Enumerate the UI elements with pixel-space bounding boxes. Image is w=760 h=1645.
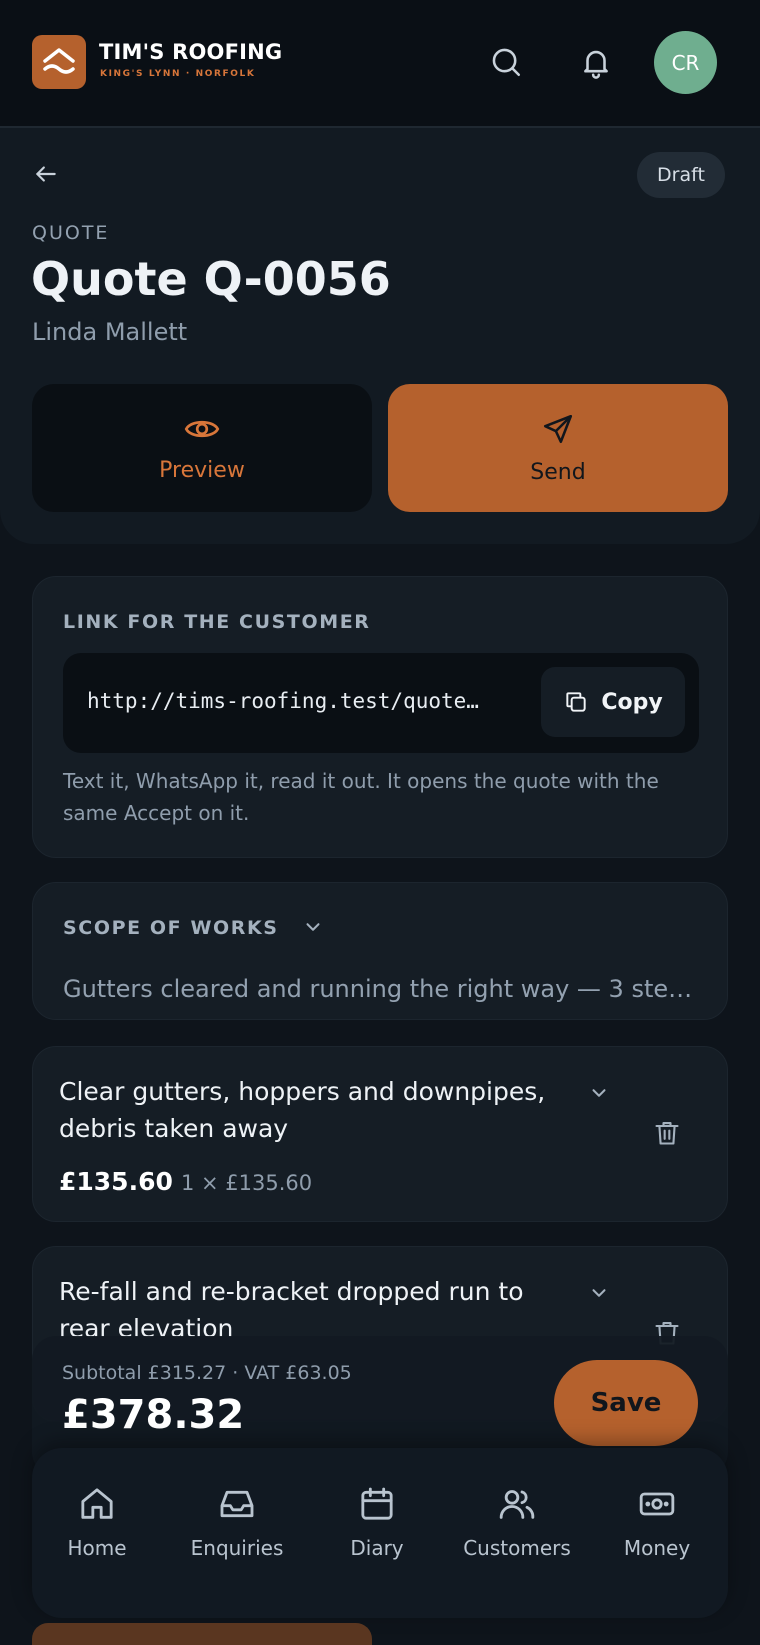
status-badge: Draft [637, 152, 725, 198]
chevron-down-icon[interactable] [585, 1079, 613, 1107]
scope-card[interactable]: SCOPE OF WORKS Gutters cleared and runni… [32, 882, 728, 1020]
brand-location: KING'S LYNN · NORFOLK [100, 69, 256, 79]
bottom-nav: Home Enquiries Diary Customers Money [32, 1448, 728, 1618]
link-help-text: Text it, WhatsApp it, read it out. It op… [63, 769, 659, 825]
page-eyebrow: QUOTE [32, 222, 110, 244]
link-field[interactable]: http://tims-roofing.test/quote… Copy [63, 653, 699, 753]
nav-label-diary: Diary [350, 1536, 404, 1560]
inbox-icon [220, 1490, 254, 1518]
page-title: Quote Q-0056 [31, 252, 391, 306]
calendar-icon [361, 1487, 393, 1520]
total-amount: £378.32 [62, 1392, 245, 1438]
roof-logo-icon[interactable] [32, 35, 86, 89]
send-label: Send [530, 459, 586, 485]
nav-label-customers: Customers [463, 1536, 571, 1560]
copy-button[interactable]: Copy [541, 667, 685, 737]
chevron-down-icon[interactable] [299, 913, 327, 941]
nav-home[interactable]: Home [32, 1484, 162, 1560]
subtotal-vat: Subtotal £315.27 · VAT £63.05 [62, 1362, 352, 1384]
back-arrow-icon[interactable] [32, 160, 60, 188]
top-bar: TIM'S ROOFING KING'S LYNN · NORFOLK CR [0, 0, 760, 128]
line-item[interactable]: Clear gutters, hoppers and downpipes, de… [32, 1046, 728, 1222]
copy-label: Copy [601, 689, 663, 715]
nav-label-home: Home [67, 1536, 127, 1560]
money-icon [639, 1492, 675, 1516]
avatar[interactable]: CR [654, 31, 717, 94]
search-icon[interactable] [488, 44, 524, 80]
home-icon [81, 1488, 113, 1519]
nav-money[interactable]: Money [592, 1484, 722, 1560]
scope-label: SCOPE OF WORKS [63, 917, 279, 939]
quote-link-url[interactable]: http://tims-roofing.test/quote… [87, 689, 517, 713]
hidden-button-peek [32, 1623, 372, 1645]
nav-label-money: Money [623, 1536, 691, 1560]
eye-icon [184, 420, 220, 437]
line-item-price: £135.60 [59, 1167, 173, 1196]
nav-customers[interactable]: Customers [452, 1484, 582, 1560]
customer-link-label: LINK FOR THE CUSTOMER [63, 611, 371, 633]
preview-label: Preview [159, 457, 245, 483]
chevron-down-icon[interactable] [585, 1279, 613, 1307]
nav-label-enquiries: Enquiries [190, 1536, 284, 1560]
line-item-title: Clear gutters, hoppers and downpipes, de… [59, 1077, 546, 1143]
copy-icon [566, 692, 586, 712]
send-icon [543, 414, 573, 443]
customer-name[interactable]: Linda Mallett [32, 318, 187, 346]
customer-link-card: LINK FOR THE CUSTOMER http://tims-roofin… [32, 576, 728, 858]
preview-button[interactable]: Preview [32, 384, 372, 512]
bell-icon[interactable] [578, 44, 614, 80]
users-icon [499, 1490, 535, 1519]
trash-icon[interactable] [651, 1117, 683, 1149]
send-button[interactable]: Send [388, 384, 728, 512]
nav-diary[interactable]: Diary [312, 1484, 442, 1560]
line-item-quantity: 1 × £135.60 [181, 1171, 313, 1195]
nav-enquiries[interactable]: Enquiries [172, 1484, 302, 1560]
brand-name: TIM'S ROOFING [99, 40, 283, 64]
save-button[interactable]: Save [554, 1360, 698, 1446]
scope-summary: Gutters cleared and running the right wa… [63, 975, 693, 1003]
